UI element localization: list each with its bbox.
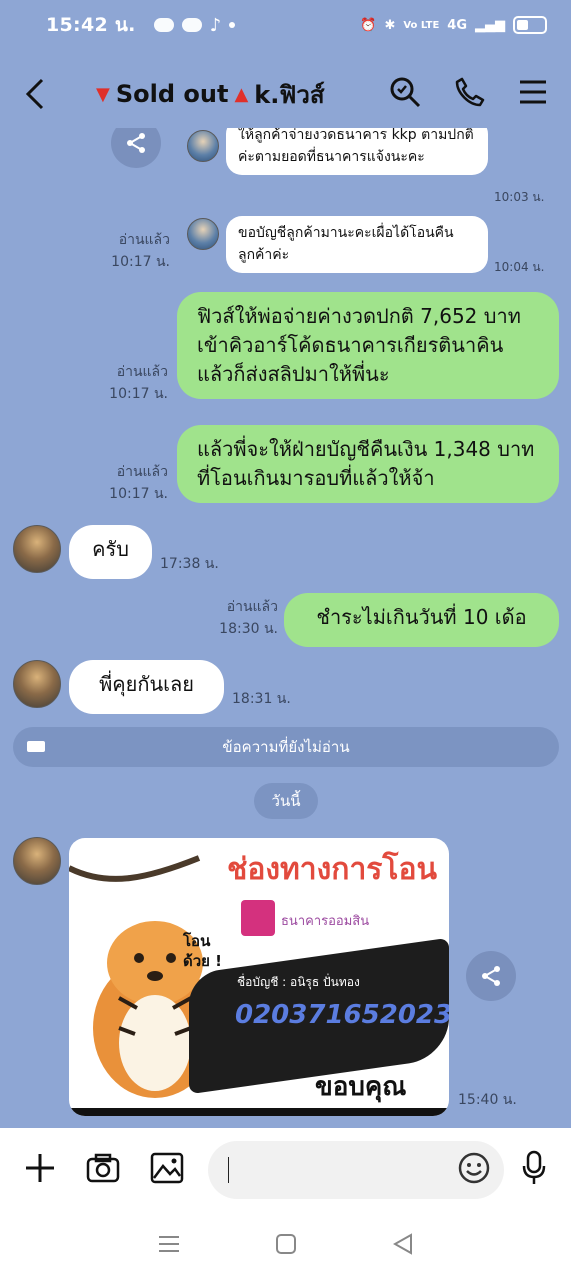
home-icon[interactable] (275, 1233, 297, 1259)
message-input[interactable] (233, 1159, 458, 1181)
chat-header: ▼ Sold out ▲ k.ฟิวส์ (0, 50, 571, 138)
date-chip-label: วันนี้ (271, 792, 301, 810)
plus-icon[interactable] (24, 1152, 56, 1188)
message-text: ขอบัญชีลูกค้ามานะคะเผื่อได้โอนคืนลูกค้าค… (238, 225, 454, 264)
recent-apps-icon[interactable] (158, 1235, 180, 1257)
message-time: 17:38 น. (160, 556, 219, 572)
message-input-field[interactable] (208, 1141, 504, 1199)
share-button[interactable] (466, 951, 516, 1001)
back-arrow-icon[interactable] (24, 74, 54, 114)
sender-avatar[interactable] (13, 660, 61, 708)
read-receipt: อ่านแล้ว 18:30 น. (208, 597, 278, 640)
sender-avatar[interactable] (187, 218, 219, 250)
message-bubble[interactable]: ให้ลูกค้าจ่ายงวดธนาคาร kkp ตามปกติค่ะตาม… (226, 128, 488, 175)
unread-divider: ข้อความที่ยังไม่อ่าน (13, 727, 559, 767)
read-receipt: อ่านแล้ว 10:17 น. (98, 462, 168, 505)
image-account-number: 020371652023 (235, 1000, 449, 1030)
system-navigation-bar (0, 1212, 571, 1280)
image-tiger-caption: โอน ด้วย ! (183, 932, 223, 970)
message-bubble[interactable]: พี่คุยกันเลย (69, 660, 224, 714)
read-label: อ่านแล้ว (116, 364, 168, 380)
tiktok-notification-icon: ♪ (209, 14, 222, 36)
date-chip: วันนี้ (254, 783, 318, 819)
bank-logo (241, 900, 275, 936)
message-text: แล้วพี่จะให้ฝ่ายบัญชีคืนเงิน 1,348 บาทที… (197, 437, 535, 490)
image-bottom-bar (69, 1108, 449, 1116)
volte-indicator: Vo LTE (403, 19, 440, 31)
message-bubble[interactable]: ขอบัญชีลูกค้ามานะคะเผื่อได้โอนคืนลูกค้าค… (226, 216, 488, 273)
search-icon[interactable] (389, 76, 421, 112)
signal-icon: ▂▄▆ (475, 17, 505, 33)
line-notification-icon (153, 18, 174, 32)
message-input-bar (0, 1128, 571, 1212)
message-bubble[interactable]: ชำระไม่เกินวันที่ 10 เด้อ (284, 593, 559, 647)
line-notification-icon-2 (181, 18, 202, 32)
back-nav-icon[interactable] (393, 1233, 413, 1259)
share-button[interactable] (111, 128, 161, 168)
image-bank-name: ธนาคารออมสิน (281, 914, 370, 929)
alarm-icon: ⏰ (360, 17, 377, 33)
message-text: ให้ลูกค้าจ่ายงวดธนาคาร kkp ตามปกติค่ะตาม… (238, 128, 474, 166)
message-time: 10:03 น. (494, 190, 545, 204)
sender-avatar[interactable] (13, 525, 61, 573)
red-down-triangle-icon: ▼ (96, 83, 110, 105)
bluetooth-icon: ✱ (384, 17, 396, 33)
unread-divider-label: ข้อความที่ยังไม่อ่าน (222, 738, 350, 756)
message-text: พี่คุยกันเลย (99, 672, 194, 696)
chat-area[interactable]: ให้ลูกค้าจ่ายงวดธนาคาร kkp ตามปกติค่ะตาม… (0, 128, 571, 1128)
message-time: 18:31 น. (232, 691, 291, 707)
emoji-icon[interactable] (458, 1152, 490, 1188)
menu-icon[interactable] (519, 80, 547, 108)
image-message[interactable]: ช่องทางการโอน ธนาคารออมสิน โอน ด้วย ! ชื… (69, 838, 449, 1116)
message-time: 10:04 น. (494, 260, 545, 274)
sender-avatar[interactable] (13, 837, 61, 885)
message-text: ชำระไม่เกินวันที่ 10 เด้อ (316, 605, 527, 629)
text-caret (228, 1157, 229, 1183)
message-text: ครับ (92, 537, 129, 561)
read-time: 10:17 น. (109, 385, 168, 402)
chat-title: ▼ Sold out ▲ k.ฟิวส์ (96, 75, 324, 114)
network-indicator: 4G (447, 17, 467, 33)
read-receipt: อ่านแล้ว 10:17 น. (100, 230, 170, 273)
red-up-triangle-icon: ▲ (234, 83, 249, 105)
message-time: 15:40 น. (458, 1092, 517, 1108)
chat-title-part-a: Sold out (115, 80, 229, 108)
read-label: อ่านแล้ว (116, 464, 168, 480)
message-bubble[interactable]: ครับ (69, 525, 152, 579)
microphone-icon[interactable] (521, 1150, 547, 1190)
gallery-icon[interactable] (150, 1152, 184, 1188)
read-time: 10:17 น. (109, 485, 168, 502)
status-bar: 15:42 น. ♪ ⏰ ✱ Vo LTE 4G ▂▄▆ (0, 0, 571, 50)
sender-avatar[interactable] (187, 130, 219, 162)
image-title: ช่องทางการโอน (227, 852, 438, 887)
camera-icon[interactable] (86, 1153, 120, 1187)
status-time: 15:42 น. (46, 14, 136, 36)
message-text: ฟิวส์ให้พ่อจ่ายค่างวดปกติ 7,652 บาทเข้าค… (197, 304, 521, 386)
message-bubble[interactable]: ฟิวส์ให้พ่อจ่ายค่างวดปกติ 7,652 บาทเข้าค… (177, 292, 559, 399)
chat-title-part-b: k.ฟิวส์ (254, 80, 325, 109)
read-time: 10:17 น. (111, 253, 170, 270)
phone-call-icon[interactable] (455, 77, 485, 111)
read-label: อ่านแล้ว (118, 232, 170, 248)
read-label: อ่านแล้ว (226, 599, 278, 615)
read-receipt: อ่านแล้ว 10:17 น. (98, 362, 168, 405)
image-account-name: ชื่อบัญชี : อนิรุธ ปั่นทอง (237, 975, 360, 989)
battery-icon (513, 16, 547, 34)
message-bubble[interactable]: แล้วพี่จะให้ฝ่ายบัญชีคืนเงิน 1,348 บาทที… (177, 425, 559, 503)
read-time: 18:30 น. (219, 620, 278, 637)
more-notifications-dot (229, 22, 236, 28)
tag-icon (27, 741, 45, 752)
